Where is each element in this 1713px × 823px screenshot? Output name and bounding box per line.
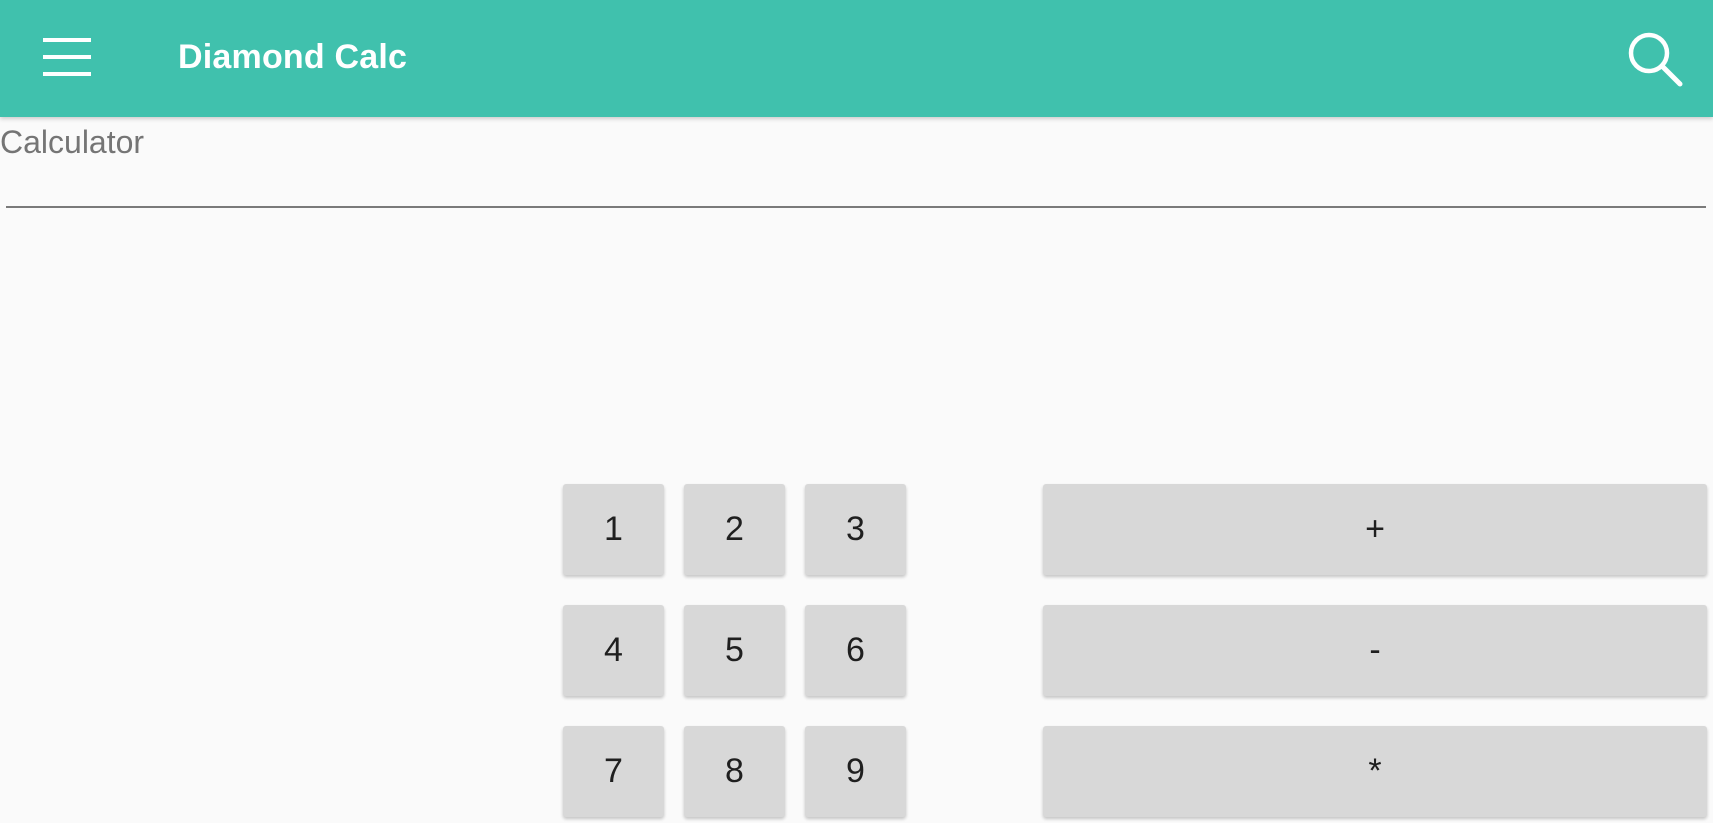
- digit-5-button[interactable]: 5: [684, 605, 785, 696]
- digit-2-button[interactable]: 2: [684, 484, 785, 575]
- app-bar: Diamond Calc: [0, 0, 1713, 117]
- digit-3-button[interactable]: 3: [805, 484, 906, 575]
- app-title: Diamond Calc: [178, 38, 408, 76]
- digit-9-button[interactable]: 9: [805, 726, 906, 817]
- digit-7-button[interactable]: 7: [563, 726, 664, 817]
- calculator-field-label: Calculator: [0, 124, 145, 160]
- hamburger-menu-icon[interactable]: [36, 34, 98, 82]
- digit-6-button[interactable]: 6: [805, 605, 906, 696]
- minus-button[interactable]: -: [1043, 605, 1707, 696]
- digit-4-button[interactable]: 4: [563, 605, 664, 696]
- digit-8-button[interactable]: 8: [684, 726, 785, 817]
- multiply-button[interactable]: *: [1043, 726, 1707, 817]
- calculator-input[interactable]: [6, 160, 1706, 208]
- search-icon[interactable]: [1624, 28, 1686, 90]
- plus-button[interactable]: +: [1043, 484, 1707, 575]
- digit-1-button[interactable]: 1: [563, 484, 664, 575]
